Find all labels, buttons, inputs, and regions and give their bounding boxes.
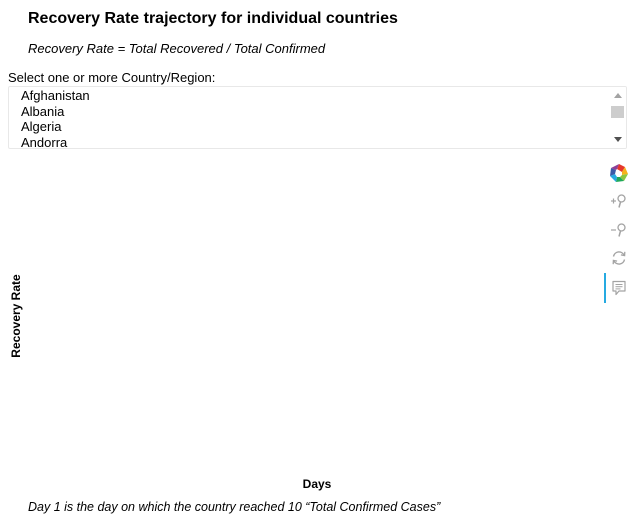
zoom-in-icon[interactable] xyxy=(606,188,632,214)
page-subtitle: Recovery Rate = Total Recovered / Total … xyxy=(28,41,326,56)
multiselect-scrollbar[interactable] xyxy=(609,87,626,148)
plot-footnote: Day 1 is the day on which the country re… xyxy=(28,500,441,514)
reset-icon[interactable] xyxy=(606,245,632,271)
country-option[interactable]: Albania xyxy=(21,104,606,120)
hover-icon[interactable] xyxy=(606,275,632,301)
country-select-label: Select one or more Country/Region: xyxy=(8,70,216,85)
active-tool-indicator xyxy=(604,273,606,303)
plot-canvas[interactable] xyxy=(40,156,595,466)
scrollbar-thumb[interactable] xyxy=(611,106,624,118)
scroll-up-arrow-icon[interactable] xyxy=(614,93,622,98)
page-title: Recovery Rate trajectory for individual … xyxy=(28,10,398,27)
y-axis-label: Recovery Rate xyxy=(9,274,23,358)
country-option[interactable]: Afghanistan xyxy=(21,88,606,104)
zoom-out-icon[interactable] xyxy=(606,217,632,243)
country-option[interactable]: Algeria xyxy=(21,119,606,135)
bokeh-logo-icon[interactable] xyxy=(606,160,632,186)
country-option[interactable]: Andorra xyxy=(21,135,606,149)
country-option-list: Afghanistan Albania Algeria Andorra xyxy=(21,88,606,149)
scroll-down-arrow-icon[interactable] xyxy=(614,137,622,142)
x-axis-label: Days xyxy=(302,477,332,491)
country-multiselect[interactable]: Afghanistan Albania Algeria Andorra xyxy=(8,86,627,149)
